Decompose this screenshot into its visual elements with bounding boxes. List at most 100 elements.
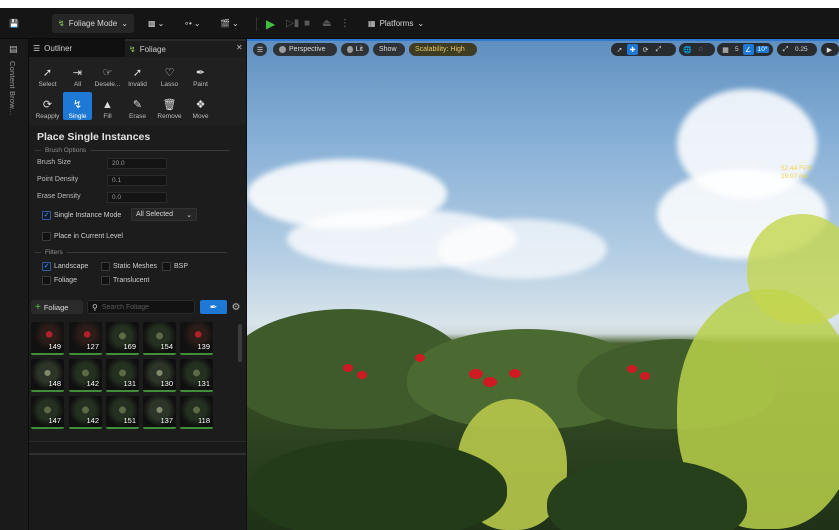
grid-snap-value[interactable]: 5 [733,46,741,53]
level-viewport[interactable]: ☰ Perspective Lit Show Scalability: High… [247,39,839,530]
scale-snap-icon[interactable]: ⤢ [780,44,791,55]
tool-paint[interactable]: ✒ Paint [186,60,215,88]
foliage-type-tile[interactable]: 142 [69,396,102,429]
foliage-type-tile[interactable]: 154 [143,322,176,355]
play-options-button[interactable]: ⋮ [340,14,350,33]
foliage-type-tile[interactable]: 137 [143,396,176,429]
lasso-icon: ♡ [164,67,175,79]
scale-snap-value[interactable]: 0.25 [793,46,810,53]
tool-all[interactable]: ⇥ All [63,60,92,88]
coordinate-tools: 🌐 ◌ [679,43,715,56]
instance-count: 130 [160,379,173,388]
stop-button[interactable]: ■ [304,14,316,33]
tool-single[interactable]: ↯ Single [63,92,92,120]
cinematics-button[interactable]: 🎬 ⌄ [220,14,248,33]
lit-button[interactable]: Lit [341,43,369,56]
camera-speed-icon[interactable]: ▶ [824,44,835,55]
foliage-type-tile[interactable]: 151 [106,396,139,429]
translucent-checkbox[interactable] [101,276,110,285]
translate-icon[interactable]: ✚ [627,44,638,55]
save-button[interactable]: 💾 [6,14,22,33]
tool-move[interactable]: ❖ Move [186,92,215,120]
foliage-panel: ☰ Outliner ↯ Foliage ✕ ➚ Select ⇥ All ☞ … [29,39,246,530]
foliage-type-tile[interactable]: 148 [31,359,64,392]
brush-options-header[interactable]: Brush Options [35,146,240,154]
filters-header[interactable]: Filters [35,248,240,256]
eject-button[interactable]: ⏏ [322,14,334,33]
scale-icon[interactable]: ⤢ [653,44,664,55]
move-icon: ❖ [195,99,206,111]
foliage-type-tile[interactable]: 147 [31,396,64,429]
instance-count: 149 [48,342,61,351]
foliage-icon: ↯ [129,44,136,54]
foliage-search[interactable]: ⚲ [87,300,195,314]
tool-fill[interactable]: ▲ Fill [93,92,122,120]
play-button[interactable]: ▶ [266,14,278,33]
place-in-current-level-checkbox[interactable] [42,232,51,241]
world-icon[interactable]: 🌐 [682,44,693,55]
foliage-type-tile[interactable]: 139 [180,322,213,355]
close-icon[interactable]: ✕ [236,43,243,52]
rotate-icon[interactable]: ⟳ [640,44,651,55]
scale-snap-tools: ⤢ 0.25 [777,43,817,56]
tool-erase[interactable]: ✎ Erase [123,92,152,120]
foliage-type-tile[interactable]: 130 [143,359,176,392]
quick-add-button[interactable]: ▩ ⌄ [148,14,178,33]
splitter-handle[interactable] [29,453,246,455]
foreground-grass [247,439,507,530]
tool-lasso[interactable]: ♡ Lasso [155,60,184,88]
surface-snap-icon[interactable]: ◌ [695,44,706,55]
tool-select[interactable]: ➚ Select [33,60,62,88]
erase-density-field[interactable]: 0.0 [107,192,167,203]
point-density-field[interactable]: 0.1 [107,175,167,186]
tool-remove[interactable]: 🗑 Remove [155,92,184,120]
foliage-type-tile[interactable]: 131 [106,359,139,392]
angle-snap-value[interactable]: 10° [755,46,770,53]
tool-reapply[interactable]: ⟳ Reapply [33,92,62,120]
add-foliage-label: Foliage [43,302,69,312]
tab-outliner[interactable]: ☰ Outliner [29,39,125,57]
mode-selector[interactable]: ↯ Foliage Mode ⌄ [52,14,134,33]
content-browser-drawer[interactable]: ▤ Content Brow... [0,39,29,530]
tool-label: Single [68,113,87,120]
foliage-filter-checkbox[interactable] [42,276,51,285]
platforms-label: Platforms [379,19,414,28]
tool-deselect[interactable]: ☞ Desele... [93,60,122,88]
foliage-type-tile[interactable]: 131 [180,359,213,392]
angle-snap-icon[interactable]: ∠ [742,44,754,55]
foliage-type-tile[interactable]: 142 [69,359,102,392]
brush-size-field[interactable]: 20.0 [107,158,167,169]
tab-foliage[interactable]: ↯ Foliage [125,39,246,57]
static-meshes-checkbox[interactable] [101,262,110,271]
bsp-checkbox[interactable] [162,262,171,271]
palette-settings-button[interactable]: ⚙ [230,300,242,314]
show-button[interactable]: Show [373,43,405,56]
foliage-type-tile[interactable]: 149 [31,322,64,355]
platforms-menu[interactable]: ▦ Platforms ⌄ [368,14,434,33]
select-mode-icon[interactable]: ➚ [614,44,625,55]
foliage-type-tile[interactable]: 118 [180,396,213,429]
frame-time-value: 19.07 ms [781,173,808,180]
clapper-icon: 🎬 [220,19,230,28]
foliage-type-tile[interactable]: 127 [69,322,102,355]
sun-icon [347,46,353,53]
landscape-checkbox[interactable] [42,262,51,271]
palette-view-button[interactable]: ✒ [200,300,227,314]
add-foliage-button[interactable]: + Foliage [31,300,83,314]
single-instance-mode-dropdown[interactable]: All Selected ⌄ [131,208,197,221]
blueprint-button[interactable]: ∘• ⌄ [184,14,214,33]
step-button[interactable]: ▷▮ [286,14,299,33]
instance-count: 154 [160,342,173,351]
search-input[interactable] [101,303,192,311]
foliage-type-tile[interactable]: 169 [106,322,139,355]
platforms-icon: ▦ [368,19,376,28]
single-instance-mode-checkbox[interactable] [42,211,51,220]
viewport-menu-button[interactable]: ☰ [253,43,267,56]
content-browser-label: Content Brow... [8,61,17,116]
perspective-button[interactable]: Perspective [273,43,337,56]
scalability-button[interactable]: Scalability: High [409,43,477,56]
grid-icon[interactable]: ▦ [720,44,731,55]
instance-count: 137 [160,416,173,425]
palette-scrollbar[interactable] [238,324,242,362]
tool-invalid[interactable]: ➚ Invalid [123,60,152,88]
